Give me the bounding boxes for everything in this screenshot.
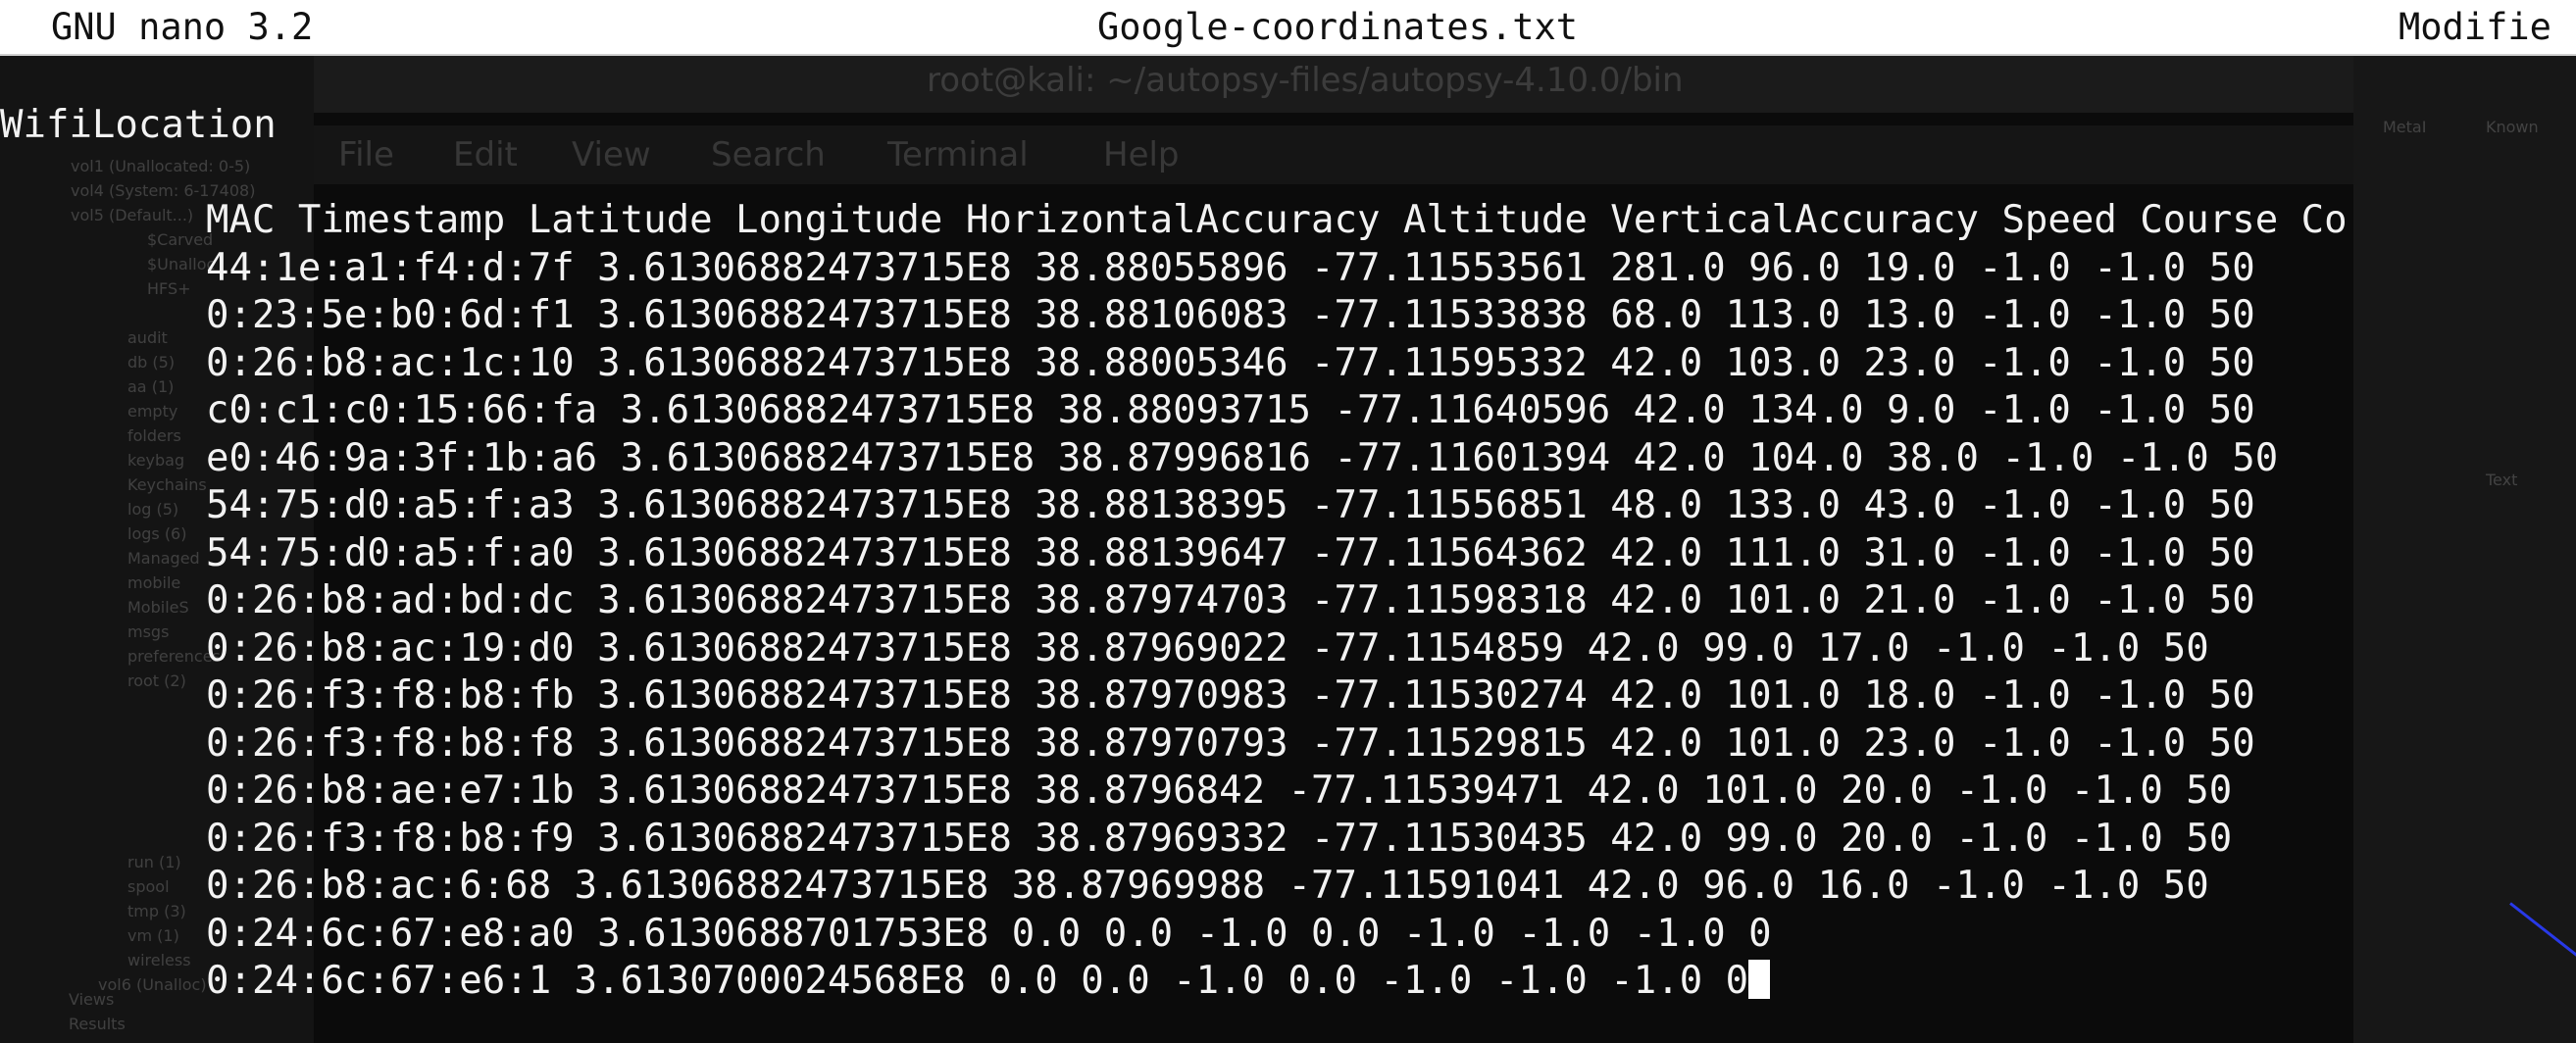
- data-line: e0:46:9a:3f:1b:a6 3.61306882473715E8 38.…: [206, 435, 2279, 480]
- nano-version: GNU nano 3.2: [51, 6, 314, 48]
- nano-titlebar: GNU nano 3.2 Google-coordinates.txt Modi…: [0, 0, 2576, 56]
- data-line: 0:26:b8:ad:bd:dc 3.61306882473715E8 38.8…: [206, 578, 2255, 622]
- data-line: 0:26:f3:f8:b8:f8 3.61306882473715E8 38.8…: [206, 720, 2255, 766]
- data-line: 0:26:b8:ac:19:d0 3.61306882473715E8 38.8…: [206, 625, 2209, 670]
- background-tree-item: Results: [69, 1015, 126, 1033]
- data-line: 0:26:b8:ae:e7:1b 3.61306882473715E8 38.8…: [206, 769, 2233, 813]
- data-line: c0:c1:c0:15:66:fa 3.61306882473715E8 38.…: [206, 388, 2255, 432]
- section-heading: WifiLocation: [0, 103, 277, 147]
- data-line: 54:75:d0:a5:f:a3 3.61306882473715E8 38.8…: [206, 483, 2255, 527]
- editor-text-area[interactable]: WifiLocation MAC Timestamp Latitude Long…: [0, 102, 2576, 1006]
- data-line: 54:75:d0:a5:f:a0 3.61306882473715E8 38.8…: [206, 530, 2255, 575]
- data-line: 0:26:b8:ac:6:68 3.61306882473715E8 38.87…: [206, 864, 2209, 908]
- column-header-line: MAC Timestamp Latitude Longitude Horizon…: [206, 198, 2348, 242]
- file-name: Google-coordinates.txt: [1097, 6, 1579, 48]
- data-line: 0:26:b8:ac:1c:10 3.61306882473715E8 38.8…: [206, 340, 2255, 385]
- data-line-with-cursor: 0:24:6c:67:e6:1 3.6130700024568E8 0.0 0.…: [0, 958, 2576, 1006]
- modified-status: Modifie: [2399, 6, 2551, 48]
- data-line: 0:26:f3:f8:b8:f9 3.61306882473715E8 38.8…: [206, 816, 2233, 861]
- data-line: 0:26:f3:f8:b8:fb 3.61306882473715E8 38.8…: [206, 673, 2255, 718]
- text-cursor: [1748, 960, 1771, 999]
- data-line-text: 0:24:6c:67:e6:1 3.6130700024568E8 0.0 0.…: [206, 959, 1749, 1003]
- data-line: 0:24:6c:67:e8:a0 3.6130688701753E8 0.0 0…: [206, 911, 1772, 956]
- data-line: 44:1e:a1:f4:d:7f 3.61306882473715E8 38.8…: [206, 245, 2255, 290]
- data-line: 0:23:5e:b0:6d:f1 3.61306882473715E8 38.8…: [206, 293, 2255, 337]
